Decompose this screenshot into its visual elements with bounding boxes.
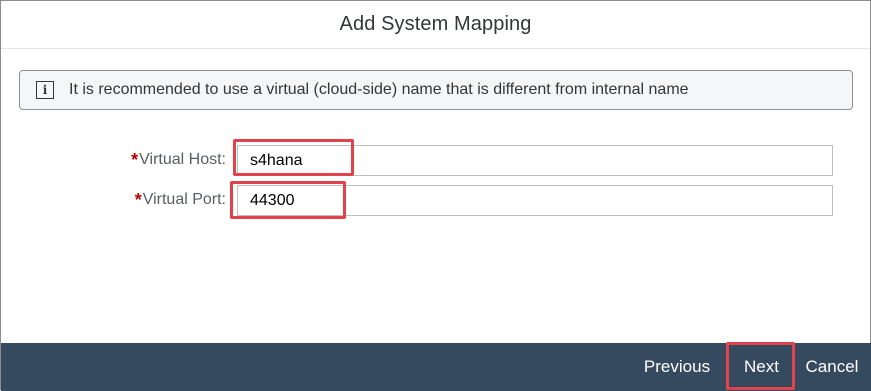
virtual-host-label: * Virtual Host:	[131, 143, 226, 177]
cancel-button[interactable]: Cancel	[799, 343, 865, 391]
virtual-port-row: * Virtual Port:	[1, 183, 871, 217]
previous-button[interactable]: Previous	[637, 343, 717, 391]
virtual-port-label: * Virtual Port:	[135, 183, 226, 217]
next-button[interactable]: Next	[730, 343, 793, 391]
dialog-footer: Previous Next Cancel	[1, 343, 871, 391]
virtual-host-input[interactable]	[237, 145, 833, 176]
required-marker: *	[131, 149, 139, 170]
virtual-port-label-text: Virtual Port:	[142, 191, 226, 208]
required-marker: *	[134, 189, 142, 210]
add-system-mapping-dialog: Add System Mapping i It is recommended t…	[0, 0, 871, 391]
info-message-text: It is recommended to use a virtual (clou…	[69, 81, 689, 98]
virtual-host-row: * Virtual Host:	[1, 143, 871, 177]
info-message-strip: i It is recommended to use a virtual (cl…	[19, 70, 853, 110]
info-icon: i	[36, 81, 54, 99]
virtual-host-label-text: Virtual Host:	[139, 151, 226, 168]
dialog-title: Add System Mapping	[339, 13, 532, 35]
virtual-port-input[interactable]	[237, 185, 833, 216]
dialog-header: Add System Mapping	[1, 1, 870, 49]
